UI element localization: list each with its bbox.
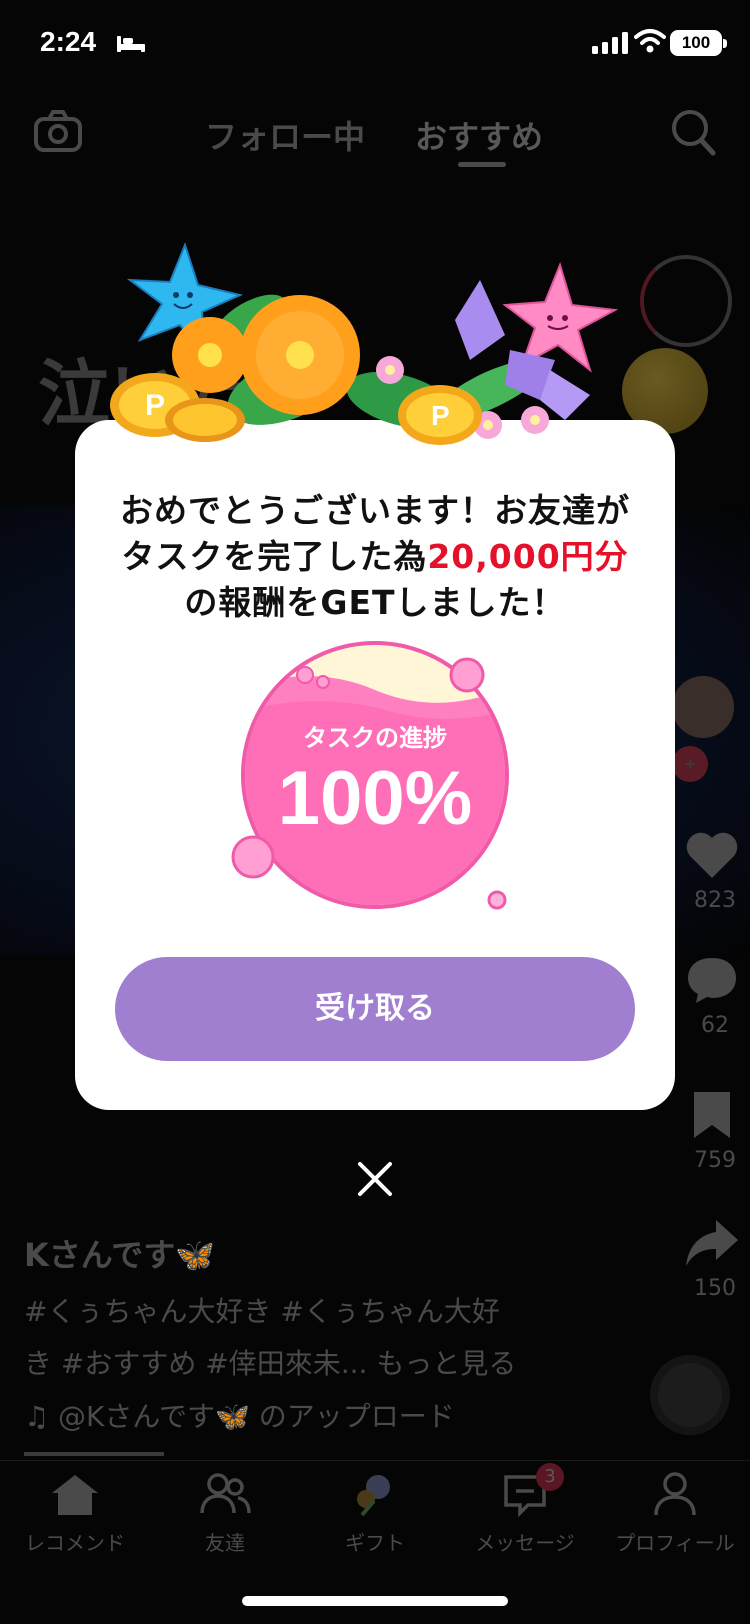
svg-text:P: P <box>145 389 165 422</box>
svg-text:P: P <box>431 400 450 431</box>
flower-coin-decoration: P P <box>110 242 619 445</box>
close-icon[interactable] <box>354 1158 396 1200</box>
progress-label: タスクの進捗 <box>303 724 447 752</box>
reward-headline: おめでとうございます！お友達がタスクを完了した為20,000円分の報酬をGETし… <box>110 488 640 626</box>
receive-button[interactable]: 受け取る <box>115 957 635 1061</box>
headline-text-2: の報酬をGETしました！ <box>184 583 566 622</box>
progress-value: 100% <box>277 756 473 841</box>
home-indicator[interactable] <box>242 1596 508 1606</box>
reward-amount: 20,000円分 <box>427 537 629 576</box>
